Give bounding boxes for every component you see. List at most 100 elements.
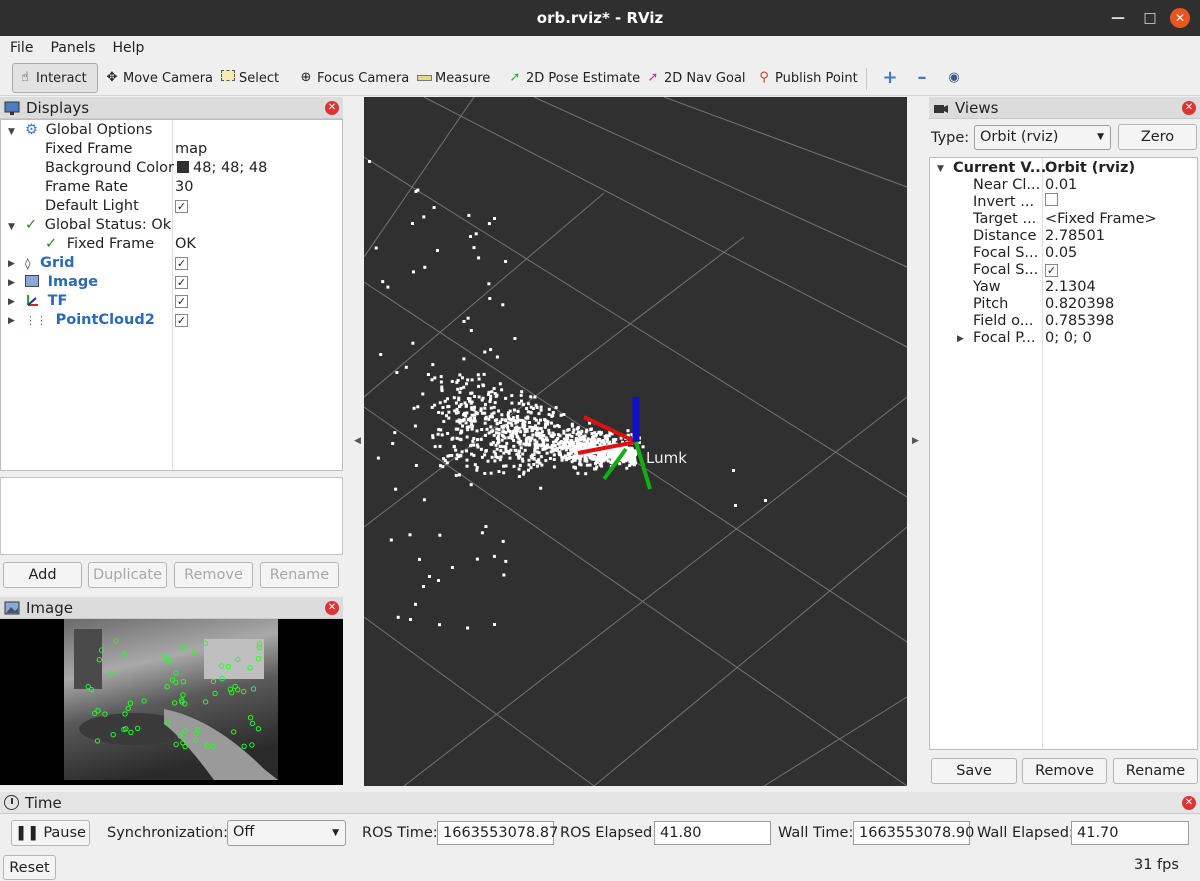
sync-select[interactable]: Off ▼ [227, 820, 346, 846]
cloud-point [455, 457, 459, 461]
cloud-point [483, 453, 487, 457]
pause-button[interactable]: ❚❚ Pause [11, 820, 90, 846]
views-panel: Views ✕ Type: Orbit (rviz) ▼ Zero ▼ Curr… [929, 97, 1200, 787]
chevron-right-icon[interactable]: ▶ [8, 316, 15, 326]
menu-help[interactable]: Help [103, 40, 152, 56]
frame-rate-value[interactable]: 30 [175, 178, 193, 197]
render-viewport[interactable]: Lumk [364, 97, 907, 786]
chevron-right-icon[interactable]: ▶ [8, 278, 15, 288]
interact-tool[interactable]: ☝ Interact [12, 63, 98, 93]
cloud-point [448, 454, 452, 457]
focal-point-value[interactable]: 0; 0; 0 [1045, 329, 1092, 348]
focal-point-label[interactable]: Focal P... [973, 329, 1036, 348]
wall-elapsed-field[interactable]: 41.70 [1071, 821, 1189, 845]
cloud-point [438, 623, 441, 627]
cloud-point [517, 467, 521, 471]
pointcloud2-checkbox[interactable]: ✓ [175, 314, 188, 327]
cloud-point [450, 380, 454, 383]
cloud-point [412, 270, 415, 274]
image-panel-header: Image ✕ [0, 597, 343, 619]
wall-time-field[interactable]: 1663553078.90 [853, 821, 974, 845]
cloud-point [485, 427, 489, 431]
cloud-point [483, 402, 487, 406]
fixed-frame-value[interactable]: map [175, 140, 207, 159]
reset-button[interactable]: Reset [3, 855, 56, 880]
chevron-right-icon[interactable]: ▶ [957, 334, 964, 344]
pose-estimate-tool[interactable]: ➚ 2D Pose Estimate [503, 63, 644, 93]
view-options-button[interactable]: ◉ [942, 63, 966, 93]
cloud-point [583, 459, 587, 463]
cloud-point [501, 430, 505, 434]
rename-view-button[interactable]: Rename [1113, 758, 1198, 784]
menu-panels[interactable]: Panels [40, 40, 102, 56]
cloud-point [560, 458, 564, 462]
cloud-point [492, 433, 496, 437]
cloud-point [489, 425, 493, 429]
remove-button[interactable]: Remove [174, 562, 253, 588]
grid-checkbox[interactable]: ✓ [175, 257, 188, 270]
menu-file[interactable]: File [0, 40, 40, 56]
background-color-value[interactable]: 48; 48; 48 [177, 159, 267, 178]
publish-point-tool[interactable]: ⚲ Publish Point [752, 63, 862, 93]
cloud-point [381, 280, 385, 284]
display-item-pointcloud2[interactable]: ⋮⋮ PointCloud2 [25, 311, 155, 330]
close-icon[interactable]: ✕ [325, 600, 339, 615]
close-icon[interactable]: ✕ [1182, 100, 1196, 115]
cloud-point [579, 463, 583, 467]
focal-shape-fixed-checkbox[interactable]: ✓ [1045, 264, 1058, 277]
image-checkbox[interactable]: ✓ [175, 276, 188, 289]
nav-goal-tool[interactable]: ➚ 2D Nav Goal [641, 63, 750, 93]
cloud-point [630, 447, 634, 451]
cloud-point [508, 456, 512, 460]
default-light-checkbox[interactable]: ✓ [175, 200, 188, 213]
cloud-point [513, 448, 517, 452]
chevron-right-icon[interactable]: ▶ [8, 259, 15, 269]
cloud-point [477, 256, 481, 260]
displays-title: Displays [26, 98, 90, 117]
add-tool-button[interactable]: + [878, 63, 902, 93]
cloud-point [493, 623, 496, 626]
view-type-select[interactable]: Orbit (rviz) ▼ [974, 125, 1111, 150]
splitter-right-arrow[interactable]: ▶ [912, 436, 919, 446]
save-view-button[interactable]: Save [931, 758, 1017, 784]
close-icon[interactable]: ✕ [1170, 8, 1190, 28]
chevron-down-icon[interactable]: ▼ [8, 127, 15, 137]
duplicate-button[interactable]: Duplicate [88, 562, 167, 588]
move-camera-tool[interactable]: ✥ Move Camera [100, 63, 217, 93]
minimize-icon[interactable]: — [1108, 8, 1128, 28]
rename-button[interactable]: Rename [260, 562, 339, 588]
remove-tool-button[interactable]: – [910, 63, 934, 93]
cloud-point [482, 372, 486, 376]
add-button[interactable]: Add [3, 562, 82, 588]
splitter-left-arrow[interactable]: ◀ [354, 436, 361, 446]
global-options-row[interactable]: ⚙ Global Options [25, 121, 152, 140]
ros-elapsed-field[interactable]: 41.80 [654, 821, 771, 845]
zero-button[interactable]: Zero [1118, 124, 1197, 150]
display-item-grid[interactable]: ◊ Grid [25, 254, 74, 273]
cloud-point [465, 464, 469, 468]
focus-camera-tool[interactable]: ⊕ Focus Camera [294, 63, 413, 93]
close-icon[interactable]: ✕ [325, 100, 339, 115]
cloud-point [440, 389, 444, 393]
chevron-right-icon[interactable]: ▶ [8, 297, 15, 307]
cloud-point [570, 424, 574, 428]
global-status-row[interactable]: ✓ Global Status: Ok [25, 216, 171, 235]
close-icon[interactable]: ✕ [1182, 795, 1196, 810]
select-tool[interactable]: Select [216, 63, 283, 93]
display-item-image[interactable]: Image [25, 273, 98, 292]
tf-checkbox[interactable]: ✓ [175, 295, 188, 308]
chevron-down-icon[interactable]: ▼ [8, 222, 15, 232]
cloud-point [551, 414, 555, 417]
cloud-point [430, 378, 434, 382]
cloud-point [409, 618, 412, 621]
measure-tool[interactable]: Measure [412, 63, 494, 93]
maximize-icon[interactable]: □ [1140, 8, 1160, 28]
invert-checkbox[interactable] [1045, 193, 1058, 206]
ros-time-field[interactable]: 1663553078.87 [437, 821, 558, 845]
display-item-tf[interactable]: TF [25, 292, 67, 311]
render-canvas[interactable]: Lumk [364, 97, 907, 786]
cloud-point [441, 465, 445, 469]
cloud-point [496, 438, 500, 442]
chevron-down-icon[interactable]: ▼ [937, 164, 944, 174]
remove-view-button[interactable]: Remove [1022, 758, 1107, 784]
